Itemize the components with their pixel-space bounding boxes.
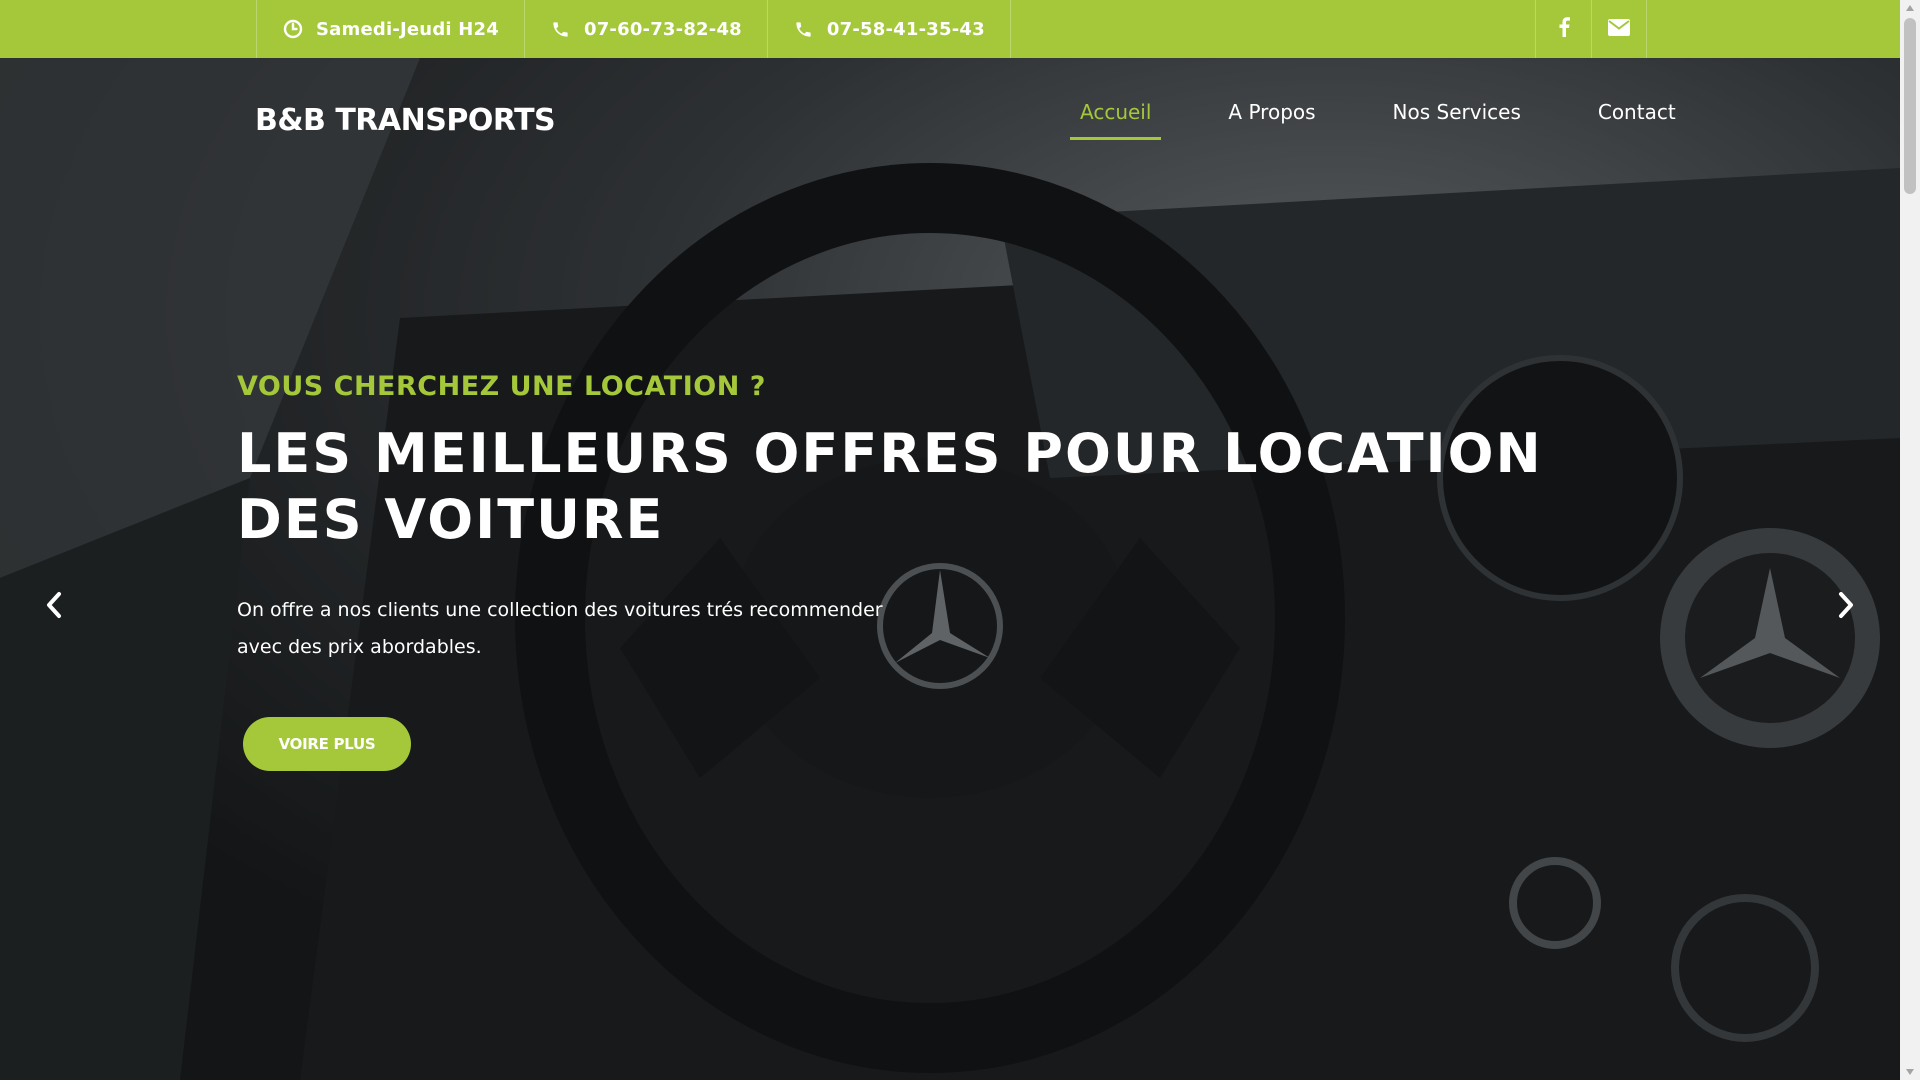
main-nav: Accueil A Propos Nos Services Contact [1070,100,1686,140]
phone-icon [550,18,572,40]
slider-prev-button[interactable] [34,582,74,632]
hero-description: On offre a nos clients une collection de… [237,599,883,658]
facebook-icon [1558,17,1570,41]
nav-item-accueil[interactable]: Accueil [1070,100,1162,140]
brand-logo[interactable]: B&B TRANSPORTS [255,103,556,138]
phone-icon [793,18,815,40]
phone-1-text: 07-60-73-82-48 [583,18,742,40]
phone-2-text: 07-58-41-35-43 [826,18,985,40]
hero-kicker: VOUS CHERCHEZ UNE LOCATION ? [237,371,766,402]
scroll-down-arrow-icon[interactable] [1900,1064,1920,1080]
social-links [1535,0,1647,58]
clock-icon [282,18,304,40]
contact-info: Samedi-Jeudi H24 07-60-73-82-48 07-58-41… [256,0,1011,58]
phone-1[interactable]: 07-60-73-82-48 [523,0,767,58]
envelope-icon [1608,18,1630,40]
nav-item-nos-services[interactable]: Nos Services [1383,100,1531,140]
slider-next-button[interactable] [1826,582,1866,632]
mail-link[interactable] [1591,0,1647,58]
hero-slider [0,58,1900,1080]
chevron-left-icon [45,591,63,623]
scrollbar-thumb[interactable] [1904,18,1916,194]
page-scrollbar[interactable] [1900,0,1920,1080]
facebook-link[interactable] [1535,0,1591,58]
opening-hours-text: Samedi-Jeudi H24 [316,18,499,40]
opening-hours: Samedi-Jeudi H24 [256,0,524,58]
hero-overlay [0,58,1900,1080]
scroll-up-arrow-icon[interactable] [1900,0,1920,16]
nav-item-contact[interactable]: Contact [1588,100,1686,140]
hero-headline: LES MEILLEURS OFFRES POUR LOCATION DES V… [237,422,1543,551]
voire-plus-button[interactable]: VOIRE PLUS [243,717,411,771]
nav-item-a-propos[interactable]: A Propos [1218,100,1325,140]
phone-2[interactable]: 07-58-41-35-43 [766,0,1011,58]
chevron-right-icon [1837,591,1855,623]
top-bar: Samedi-Jeudi H24 07-60-73-82-48 07-58-41… [0,0,1900,58]
